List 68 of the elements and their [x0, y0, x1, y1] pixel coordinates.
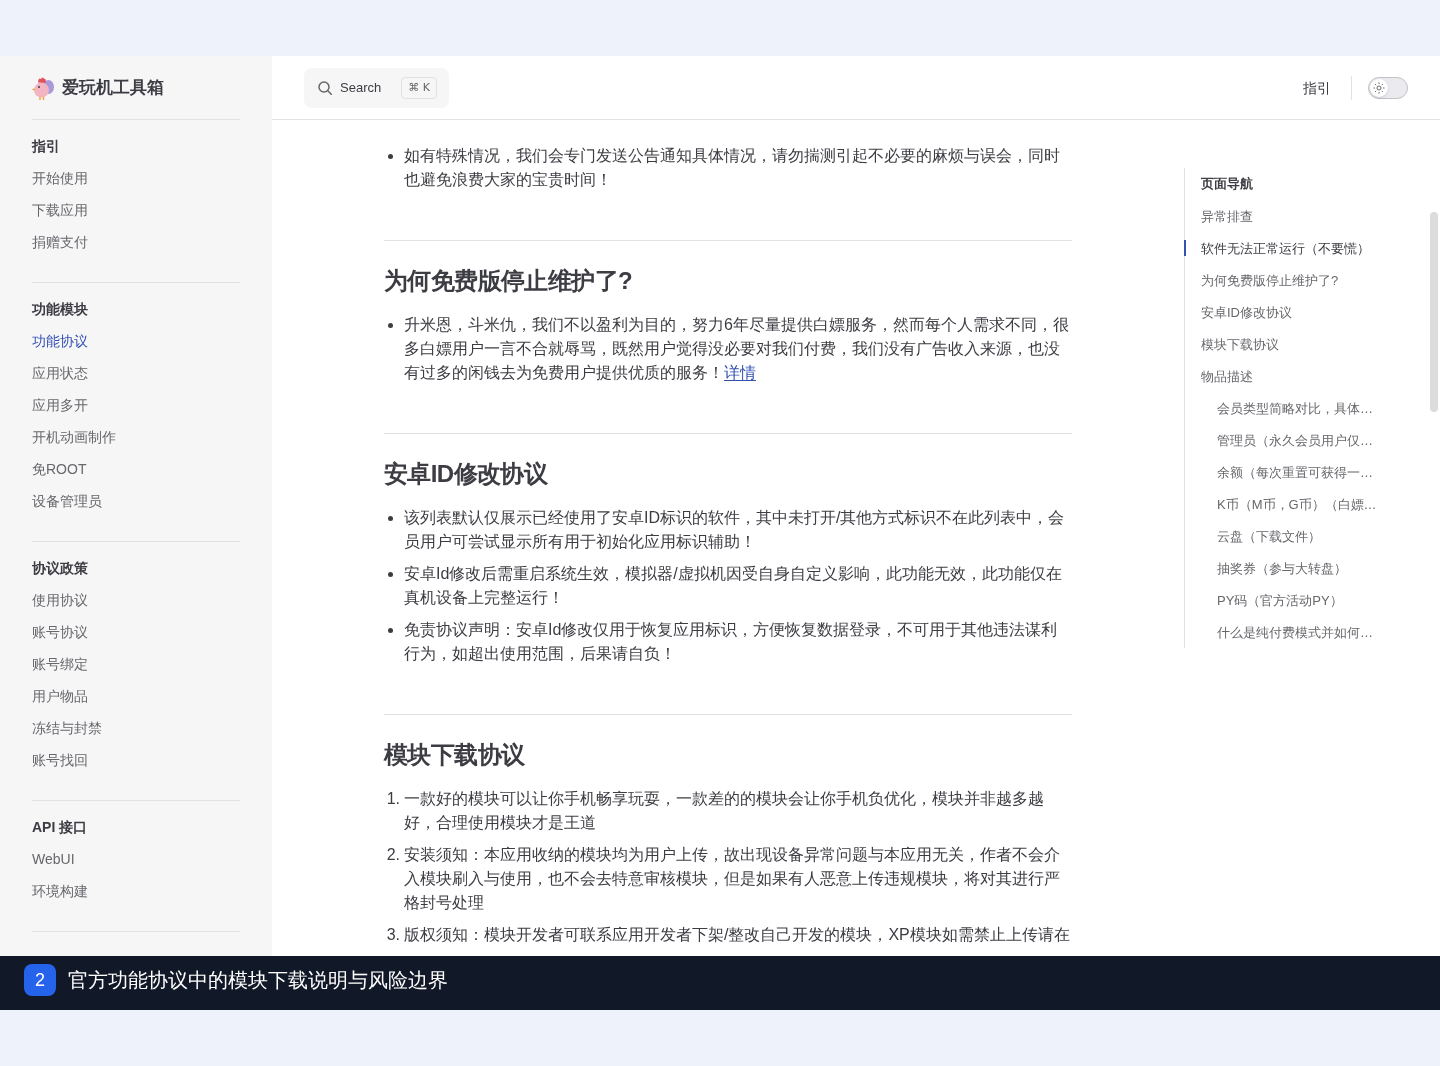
step-number: 2: [24, 964, 56, 996]
sidebar-link[interactable]: 账号协议: [32, 616, 88, 648]
section-heading: 为何免费版停止维护了?: [384, 266, 633, 296]
bullet-icon: [388, 154, 393, 159]
bird-icon: [32, 75, 54, 100]
nav-link[interactable]: 指引: [1291, 75, 1343, 100]
sidebar-link[interactable]: WebUI: [32, 843, 75, 875]
list-item-text: 如有特殊情况，我们会专门发送公告通知具体情况，请勿揣测引起不必要的麻烦与误会，同时也避免浪费大家的宝贵时间！: [404, 146, 1061, 190]
sidebar-link[interactable]: 下载应用: [32, 194, 88, 226]
outline-link[interactable]: PY码（官方活动PY）: [1217, 593, 1343, 608]
sidebar-link[interactable]: 应用状态: [32, 357, 88, 389]
outline-link[interactable]: 物品描述: [1201, 369, 1253, 384]
list-item-text: 一款好的模块可以让你手机畅享玩耍，一款差的的模块会让你手机负优化，模块并非越多越好，合理使用模块才是王道: [404, 789, 1045, 833]
outline-link[interactable]: 软件无法正常运行（不要慌）: [1201, 241, 1370, 256]
outline-link[interactable]: 余额（每次重置可获得一…: [1217, 465, 1373, 480]
details-link[interactable]: 详情: [724, 364, 756, 381]
sidebar-link[interactable]: 账号找回: [32, 744, 88, 776]
active-marker-icon: [1184, 240, 1186, 256]
outline-link[interactable]: 管理员（永久会员用户仅…: [1217, 433, 1373, 448]
outline-title: 页面导航: [1201, 175, 1253, 193]
theme-switch[interactable]: [1368, 76, 1408, 99]
sidebar-link[interactable]: 账号绑定: [32, 648, 88, 680]
outline-link[interactable]: 为何免费版停止维护了?: [1201, 273, 1339, 288]
list-item-text: 升米恩，斗米仇，我们不以盈利为目的，努力6年尽量提供白嫖服务，然而每个人需求不同，很多白嫖用户一言不合就辱骂，既然用户觉得没必要对我们付费，我们没有广告收入来源，也没有过多的闲钱去为免费用户提供优质的服务！详情: [404, 315, 1070, 383]
list-item-text: 该列表默认仅展示已经使用了安卓ID标识的软件，其中未打开/其他方式标识不在此列表中，会员用户可尝试显示所有用于初始化应用标识辅助！: [404, 508, 1066, 552]
sidebar-group-title: 协议政策: [32, 559, 88, 578]
outline-link[interactable]: 异常排查: [1201, 209, 1253, 224]
bullet-icon: [388, 323, 393, 328]
bullet-icon: [388, 628, 393, 633]
outline-link[interactable]: 什么是纯付费模式并如何…: [1217, 625, 1373, 640]
sidebar-link[interactable]: 用户物品: [32, 680, 88, 712]
section-heading: 模块下载协议: [384, 740, 525, 770]
site-title[interactable]: 爱玩机工具箱: [62, 75, 164, 100]
bullet-icon: [388, 516, 393, 521]
outline-link[interactable]: 云盘（下载文件）: [1217, 529, 1321, 544]
list-item-text: 版权须知：模块开发者可联系应用开发者下架/整改自己开发的模块，XP模块如需禁止上传请在: [404, 925, 1071, 945]
list-item-text: 免责协议声明：安卓Id修改仅用于恢复应用标识，方便恢复数据登录，不可用于其他违法谋利行为，如超出使用范围，后果请自负！: [404, 620, 1059, 664]
sidebar-link[interactable]: 使用协议: [32, 584, 88, 616]
caption-text: 官方功能协议中的模块下载说明与风险边界: [68, 968, 448, 993]
sidebar-link[interactable]: 设备管理员: [32, 485, 102, 517]
outline-link[interactable]: 抽奖券（参与大转盘）: [1217, 561, 1347, 576]
sidebar-link[interactable]: 开始使用: [32, 162, 88, 194]
outline-link[interactable]: K币（M币，G币）（白嫖…: [1217, 497, 1377, 512]
sidebar-link[interactable]: 冻结与封禁: [32, 712, 102, 744]
sidebar-link[interactable]: 功能协议: [32, 325, 88, 357]
sidebar-group-title: 指引: [32, 137, 60, 156]
list-number: 2.: [385, 845, 401, 865]
bullet-icon: [388, 572, 393, 577]
search-icon: [318, 80, 332, 95]
sidebar-link[interactable]: 捐赠支付: [32, 226, 88, 258]
list-number: 3.: [385, 925, 401, 945]
sun-icon: [1373, 81, 1385, 94]
sidebar-link[interactable]: 开机动画制作: [32, 421, 116, 453]
sidebar-link[interactable]: 免ROOT: [32, 453, 87, 485]
sidebar-link[interactable]: 应用多开: [32, 389, 88, 421]
outline-link[interactable]: 会员类型简略对比，具体…: [1217, 401, 1373, 416]
list-number: 1.: [385, 789, 401, 809]
list-item-text: 安卓Id修改后需重启系统生效，模拟器/虚拟机因受自身自定义影响，此功能无效，此功能仅在真机设备上完整运行！: [404, 564, 1063, 608]
sidebar-group-title: 功能模块: [32, 300, 88, 319]
search-button[interactable]: Search ⌘ K: [304, 67, 449, 108]
outline-link[interactable]: 安卓ID修改协议: [1201, 305, 1292, 320]
keyboard-shortcut: ⌘ K: [401, 76, 437, 99]
list-item-text: 安装须知：本应用收纳的模块均为用户上传，故出现设备异常问题与本应用无关，作者不会介入模块刷入与使用，也不会去特意审核模块，但是如果有人恶意上传违规模块，将对其进行严格封号处理: [404, 845, 1061, 913]
sidebar-link[interactable]: 环境构建: [32, 875, 88, 907]
outline-link[interactable]: 模块下载协议: [1201, 337, 1279, 352]
scrollbar-thumb[interactable]: [1430, 212, 1438, 412]
sidebar-group-title: API 接口: [32, 818, 88, 837]
section-heading: 安卓ID修改协议: [384, 459, 548, 489]
